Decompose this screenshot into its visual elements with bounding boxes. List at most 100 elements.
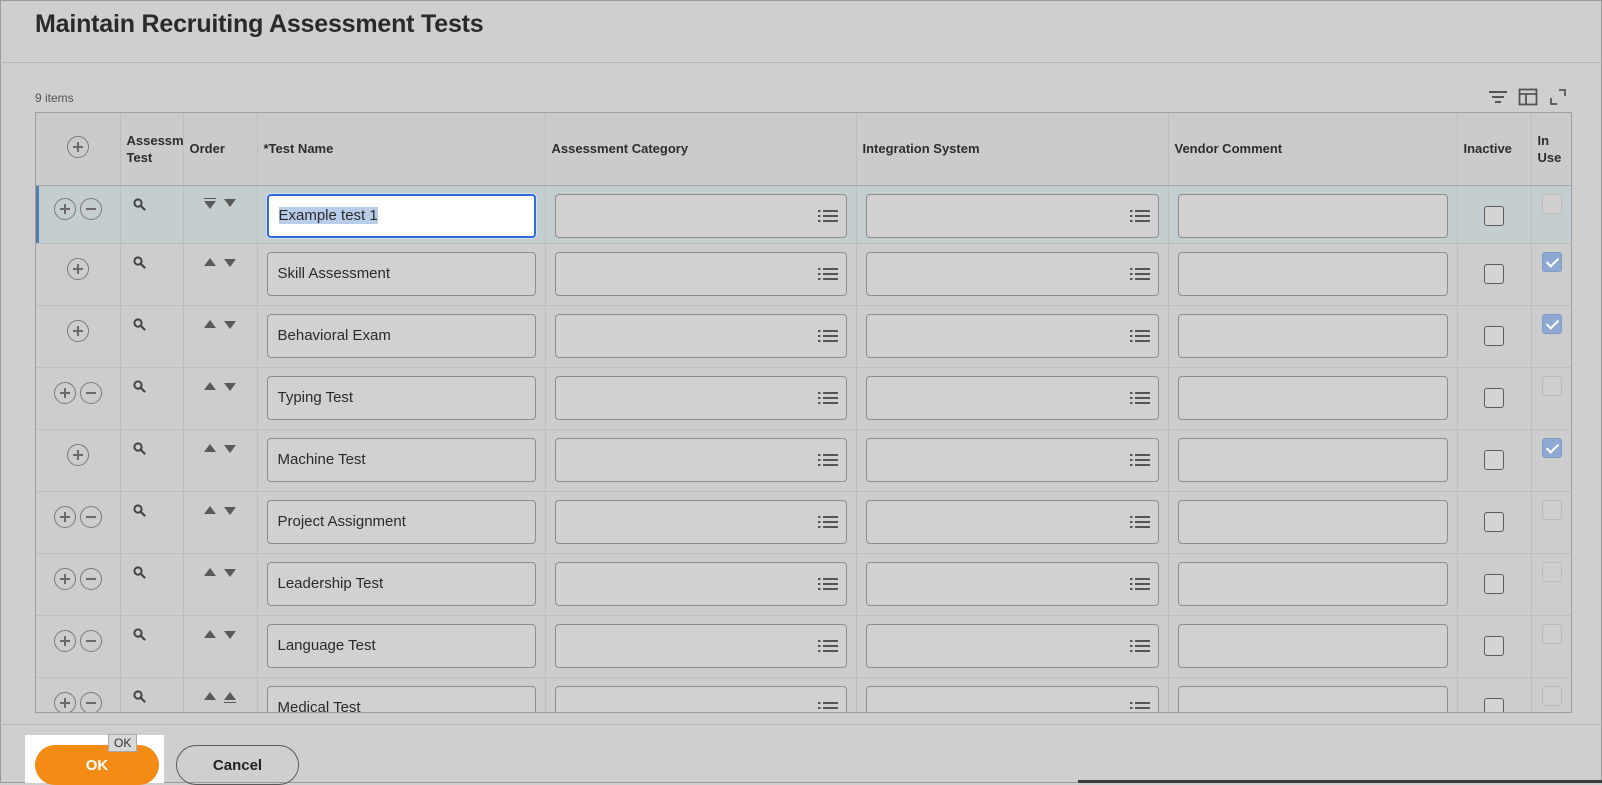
col-vendor-comment[interactable]: Vendor Comment: [1168, 113, 1458, 186]
inactive-checkbox[interactable]: [1484, 387, 1504, 408]
add-row-icon[interactable]: [66, 443, 89, 466]
add-row-icon[interactable]: [66, 319, 89, 342]
ok-button[interactable]: OK: [35, 745, 159, 785]
col-assessment-test[interactable]: Assessment Test: [120, 113, 184, 186]
search-icon[interactable]: [121, 678, 183, 708]
integration-system-input[interactable]: [865, 561, 1159, 606]
remove-row-icon[interactable]: [79, 691, 102, 712]
assessment-category-input[interactable]: [554, 375, 847, 420]
add-row-icon[interactable]: [66, 257, 89, 280]
move-up-icon[interactable]: [203, 319, 216, 328]
col-order[interactable]: Order: [183, 113, 258, 186]
move-up-icon[interactable]: [203, 443, 216, 452]
integration-system-input[interactable]: [865, 499, 1159, 544]
vendor-comment-input[interactable]: [1177, 375, 1448, 420]
cancel-button[interactable]: Cancel: [176, 745, 299, 785]
assessment-category-input[interactable]: [554, 499, 847, 544]
list-icon[interactable]: [817, 208, 838, 228]
remove-row-icon[interactable]: [79, 381, 102, 404]
list-icon[interactable]: [817, 514, 838, 534]
inactive-checkbox[interactable]: [1484, 449, 1504, 470]
test-name-input[interactable]: Machine Test: [266, 437, 536, 482]
remove-row-icon[interactable]: [79, 629, 102, 652]
table-row[interactable]: Language Test: [36, 615, 1571, 677]
inactive-checkbox[interactable]: [1484, 205, 1504, 226]
add-row-icon[interactable]: [66, 135, 89, 158]
columns-icon[interactable]: [1516, 86, 1540, 108]
integration-system-input[interactable]: [865, 685, 1159, 712]
assessment-category-input[interactable]: [554, 313, 847, 358]
test-name-input[interactable]: Leadership Test: [266, 561, 536, 606]
inactive-checkbox[interactable]: [1484, 325, 1504, 346]
assessment-category-input[interactable]: [554, 193, 847, 238]
search-icon[interactable]: [121, 430, 183, 460]
inactive-checkbox[interactable]: [1484, 635, 1504, 656]
move-up-icon[interactable]: [203, 691, 216, 700]
assessment-category-input[interactable]: [554, 685, 847, 712]
move-up-icon[interactable]: [203, 567, 216, 576]
table-row[interactable]: Skill Assessment: [36, 243, 1571, 305]
col-test-name[interactable]: *Test Name: [257, 113, 546, 186]
add-row-icon[interactable]: [53, 567, 76, 590]
move-to-bottom-icon[interactable]: [223, 691, 236, 704]
vendor-comment-input[interactable]: [1177, 561, 1448, 606]
move-down-icon[interactable]: [223, 198, 236, 207]
assessment-category-input[interactable]: [554, 437, 847, 482]
inactive-checkbox[interactable]: [1484, 511, 1504, 532]
move-down-icon[interactable]: [223, 506, 236, 515]
list-icon[interactable]: [817, 328, 838, 348]
integration-system-input[interactable]: [865, 623, 1159, 668]
col-assessment-category[interactable]: Assessment Category: [545, 113, 857, 186]
table-row[interactable]: Typing Test: [36, 367, 1571, 429]
inactive-checkbox[interactable]: [1484, 573, 1504, 594]
search-icon[interactable]: [121, 492, 183, 522]
list-icon[interactable]: [1129, 638, 1150, 658]
test-name-input[interactable]: Project Assignment: [266, 499, 536, 544]
col-inactive[interactable]: Inactive: [1457, 113, 1532, 186]
list-icon[interactable]: [1129, 328, 1150, 348]
move-down-icon[interactable]: [223, 320, 236, 329]
add-row-icon[interactable]: [53, 691, 76, 712]
list-icon[interactable]: [1129, 266, 1150, 286]
test-name-input[interactable]: Typing Test: [266, 375, 536, 420]
test-name-input[interactable]: Medical Test: [266, 685, 536, 712]
table-row[interactable]: Leadership Test: [36, 553, 1571, 615]
move-up-icon[interactable]: [203, 257, 216, 266]
col-integration-system[interactable]: Integration System: [856, 113, 1169, 186]
list-icon[interactable]: [817, 576, 838, 596]
vendor-comment-input[interactable]: [1177, 251, 1448, 296]
test-name-input[interactable]: Behavioral Exam: [266, 313, 536, 358]
list-icon[interactable]: [817, 700, 838, 712]
list-icon[interactable]: [817, 390, 838, 410]
move-down-icon[interactable]: [223, 568, 236, 577]
add-row-icon[interactable]: [53, 505, 76, 528]
list-icon[interactable]: [817, 266, 838, 286]
integration-system-input[interactable]: [865, 437, 1159, 482]
vendor-comment-input[interactable]: [1177, 437, 1448, 482]
list-icon[interactable]: [1129, 700, 1150, 712]
col-in-use[interactable]: In Use: [1531, 113, 1571, 186]
search-icon[interactable]: [121, 554, 183, 584]
move-up-icon[interactable]: [203, 629, 216, 638]
search-icon[interactable]: [121, 368, 183, 398]
add-row-icon[interactable]: [53, 197, 76, 220]
list-icon[interactable]: [1129, 208, 1150, 228]
assessment-category-input[interactable]: [554, 623, 847, 668]
fullscreen-icon[interactable]: [1546, 86, 1570, 108]
list-icon[interactable]: [817, 452, 838, 472]
vendor-comment-input[interactable]: [1177, 499, 1448, 544]
move-up-icon[interactable]: [203, 381, 216, 390]
assessment-category-input[interactable]: [554, 561, 847, 606]
table-row[interactable]: Example test 1: [36, 185, 1571, 243]
move-to-top-icon[interactable]: [203, 197, 216, 210]
table-row[interactable]: Machine Test: [36, 429, 1571, 491]
integration-system-input[interactable]: [865, 375, 1159, 420]
table-row[interactable]: Medical Test: [36, 677, 1571, 712]
remove-row-icon[interactable]: [79, 505, 102, 528]
search-icon[interactable]: [121, 186, 183, 216]
list-icon[interactable]: [817, 638, 838, 658]
add-row-icon[interactable]: [53, 381, 76, 404]
remove-row-icon[interactable]: [79, 197, 102, 220]
move-down-icon[interactable]: [223, 258, 236, 267]
integration-system-input[interactable]: [865, 251, 1159, 296]
